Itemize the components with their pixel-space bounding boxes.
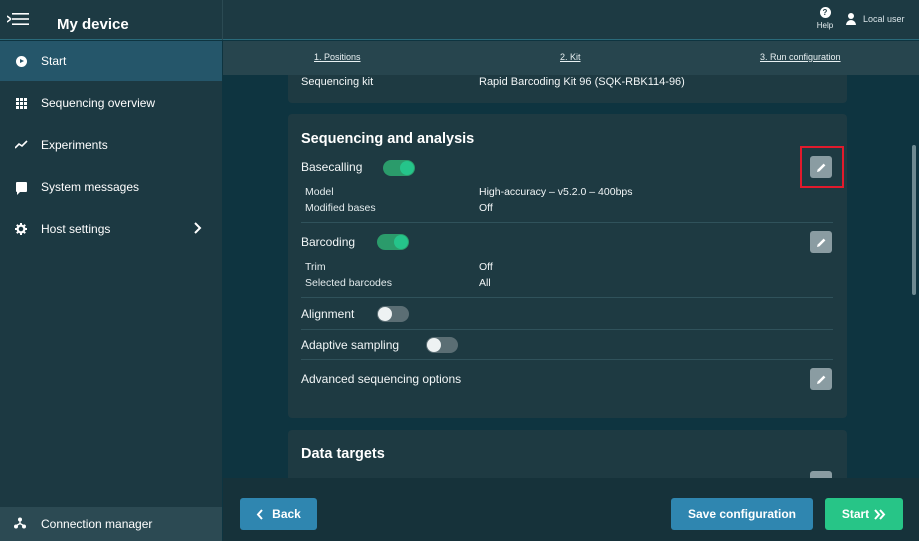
trim-label: Trim [305,261,326,273]
basecalling-label: Basecalling [301,160,363,174]
alignment-toggle[interactable] [377,306,409,322]
pencil-icon [816,375,825,384]
help-button[interactable]: ? Help [812,5,838,35]
step-run-configuration[interactable]: 3. Run configuration [760,52,841,62]
adaptive-sampling-label: Adaptive sampling [301,338,400,352]
message-icon [14,180,28,195]
menu-lines-icon [7,13,29,25]
save-label: Save configuration [687,507,797,521]
barcoding-edit-button[interactable] [810,231,832,253]
divider [301,297,833,298]
grid-icon [14,96,28,110]
highlight-box [800,146,844,188]
selected-barcodes-value: All [479,277,491,289]
sidebar-item-label: System messages [41,180,140,194]
barcoding-label: Barcoding [301,235,356,249]
save-configuration-button[interactable]: Save configuration [671,498,813,530]
play-circle-icon [14,54,28,68]
wizard-stepper: 1. Positions 2. Kit 3. Run configuration [223,41,919,75]
scrollbar[interactable] [912,145,916,295]
pencil-icon [816,238,825,247]
divider [301,359,833,360]
sequencing-analysis-panel: Sequencing and analysis Basecalling Mode… [288,114,847,418]
gear-icon [14,222,28,236]
divider [301,329,833,330]
kit-panel: Sequencing kit Rapid Barcoding Kit 96 (S… [288,75,847,103]
modified-bases-label: Modified bases [305,202,376,214]
divider [222,0,223,40]
section-title: Data targets [301,446,385,462]
adaptive-sampling-toggle[interactable] [426,337,458,353]
back-button[interactable]: Back [240,498,317,530]
start-label: Start [841,507,870,521]
selected-barcodes-label: Selected barcodes [305,277,392,289]
main-content: Sequencing kit Rapid Barcoding Kit 96 (S… [223,75,911,478]
step-kit[interactable]: 2. Kit [560,52,581,62]
sidebar-item-start[interactable]: Start [0,41,222,81]
sidebar-item-label: Sequencing overview [41,96,156,110]
basecalling-toggle[interactable] [383,160,415,176]
top-bar: My device ? Help Local user [0,0,919,40]
sidebar-item-sequencing-overview[interactable]: Sequencing overview [0,83,222,123]
back-label: Back [272,507,301,521]
help-label: Help [816,21,834,30]
network-icon [14,517,26,532]
kit-label: Sequencing kit [301,76,374,88]
sidebar-connection-manager[interactable]: Connection manager [0,507,222,541]
sidebar-footer-label: Connection manager [41,517,153,531]
start-button[interactable]: Start [825,498,903,530]
barcoding-toggle[interactable] [377,234,409,250]
alignment-label: Alignment [301,307,355,321]
chevron-left-icon [256,508,263,520]
data-targets-panel: Data targets [288,430,847,478]
chevron-right-icon [194,221,202,237]
model-label: Model [305,186,334,198]
section-title: Sequencing and analysis [301,131,475,147]
sidebar: Start Sequencing overview Experiments Sy… [0,41,222,541]
advanced-options-label: Advanced sequencing options [301,372,462,386]
user-menu[interactable]: Local user [845,10,905,28]
advanced-options-edit-button[interactable] [810,368,832,390]
trend-line-icon [14,138,28,152]
sidebar-item-experiments[interactable]: Experiments [0,125,222,165]
sidebar-item-label: Start [41,54,67,68]
sidebar-item-host-settings[interactable]: Host settings [0,209,222,249]
double-chevron-right-icon [874,508,886,520]
menu-collapse-icon[interactable] [6,9,30,29]
user-icon [845,13,857,25]
kit-value: Rapid Barcoding Kit 96 (SQK-RBK114-96) [479,76,685,88]
sidebar-item-system-messages[interactable]: System messages [0,167,222,207]
divider [301,222,833,223]
bottom-action-bar: Back Save configuration Start [223,478,919,541]
step-positions[interactable]: 1. Positions [314,52,361,62]
page-title: My device [57,16,129,33]
user-label: Local user [863,14,905,24]
model-value: High-accuracy – v5.2.0 – 400bps [479,186,633,198]
trim-value: Off [479,261,493,273]
sidebar-item-label: Experiments [41,138,108,152]
modified-bases-value: Off [479,202,493,214]
help-icon: ? [819,7,831,18]
sidebar-item-label: Host settings [41,222,111,236]
data-targets-edit-button[interactable] [810,471,832,478]
